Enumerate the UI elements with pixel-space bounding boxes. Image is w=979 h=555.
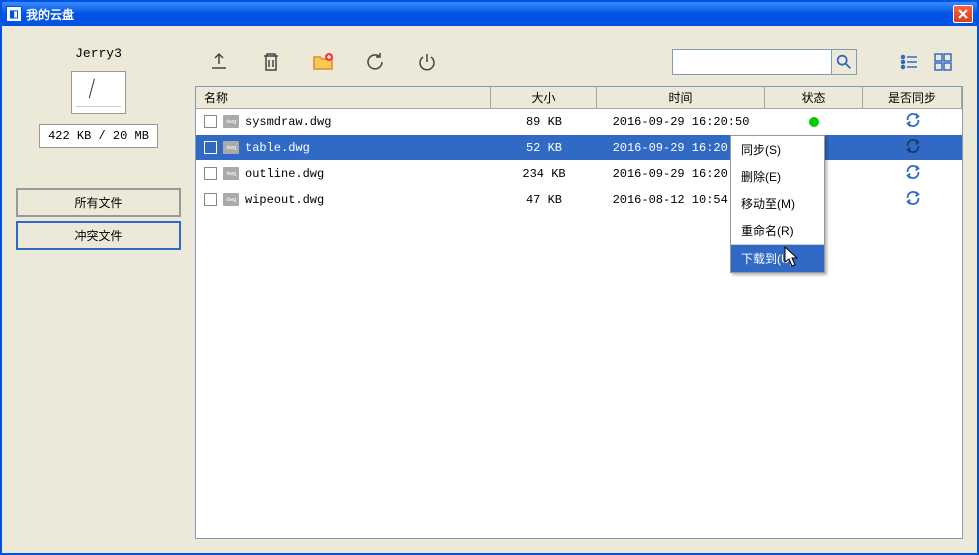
file-size: 47 KB bbox=[491, 193, 597, 207]
search-button[interactable] bbox=[831, 49, 857, 75]
new-folder-button[interactable] bbox=[307, 46, 339, 78]
list-view-button[interactable] bbox=[897, 50, 921, 74]
col-time[interactable]: 时间 bbox=[597, 87, 765, 108]
delete-button[interactable] bbox=[255, 46, 287, 78]
refresh-icon bbox=[363, 50, 387, 74]
sync-icon[interactable] bbox=[904, 137, 922, 158]
sidebar: Jerry3 422 KB / 20 MB 所有文件 冲突文件 bbox=[16, 46, 181, 539]
list-icon bbox=[899, 52, 919, 72]
thumbnail bbox=[71, 71, 126, 114]
quota-label: 422 KB / 20 MB bbox=[39, 124, 158, 148]
status-dot bbox=[809, 117, 819, 127]
upload-button[interactable] bbox=[203, 46, 235, 78]
table-row[interactable]: wipeout.dwg 47 KB 2016-08-12 10:54:09 bbox=[196, 187, 962, 213]
file-icon bbox=[223, 193, 239, 206]
ctx-move-to[interactable]: 移动至(M) bbox=[731, 190, 824, 217]
file-name: sysmdraw.dwg bbox=[245, 115, 331, 129]
col-sync[interactable]: 是否同步 bbox=[863, 87, 962, 108]
grid-view-button[interactable] bbox=[931, 50, 955, 74]
file-header: 名称 大小 时间 状态 是否同步 bbox=[196, 87, 962, 109]
col-status[interactable]: 状态 bbox=[765, 87, 863, 108]
ctx-sync[interactable]: 同步(S) bbox=[731, 136, 824, 163]
file-size: 89 KB bbox=[491, 115, 597, 129]
sync-icon[interactable] bbox=[904, 163, 922, 184]
titlebar: ◧ 我的云盘 bbox=[2, 2, 977, 26]
file-icon bbox=[223, 115, 239, 128]
search-icon bbox=[835, 53, 853, 71]
context-menu: 同步(S) 删除(E) 移动至(M) 重命名(R) 下载到(U) bbox=[730, 135, 825, 273]
file-panel: 名称 大小 时间 状态 是否同步 sysmdraw.dwg 89 KB 2016… bbox=[195, 86, 963, 539]
file-name: outline.dwg bbox=[245, 167, 324, 181]
ctx-download[interactable]: 下载到(U) bbox=[731, 244, 824, 272]
folder-plus-icon bbox=[311, 50, 335, 74]
power-icon bbox=[415, 50, 439, 74]
table-row[interactable]: table.dwg 52 KB 2016-09-29 16:20:44 bbox=[196, 135, 962, 161]
file-icon bbox=[223, 167, 239, 180]
close-button[interactable] bbox=[953, 5, 973, 23]
conflict-files-button[interactable]: 冲突文件 bbox=[16, 221, 181, 250]
sidebar-buttons: 所有文件 冲突文件 bbox=[16, 188, 181, 250]
row-checkbox[interactable] bbox=[204, 193, 217, 206]
file-size: 52 KB bbox=[491, 141, 597, 155]
sync-icon[interactable] bbox=[904, 189, 922, 210]
all-files-button[interactable]: 所有文件 bbox=[16, 188, 181, 217]
ctx-delete[interactable]: 删除(E) bbox=[731, 163, 824, 190]
app-icon: ◧ bbox=[6, 6, 22, 22]
row-checkbox[interactable] bbox=[204, 141, 217, 154]
upload-icon bbox=[207, 50, 231, 74]
trash-icon bbox=[259, 50, 283, 74]
file-size: 234 KB bbox=[491, 167, 597, 181]
app-window: ◧ 我的云盘 Jerry3 422 KB / 20 MB 所有文件 冲突文件 bbox=[0, 0, 979, 555]
search-box bbox=[672, 49, 857, 75]
file-icon bbox=[223, 141, 239, 154]
row-checkbox[interactable] bbox=[204, 167, 217, 180]
power-button[interactable] bbox=[411, 46, 443, 78]
row-checkbox[interactable] bbox=[204, 115, 217, 128]
username-label: Jerry3 bbox=[75, 46, 122, 61]
search-input[interactable] bbox=[672, 49, 832, 75]
view-toggle bbox=[897, 50, 955, 74]
main-area: 名称 大小 时间 状态 是否同步 sysmdraw.dwg 89 KB 2016… bbox=[195, 46, 963, 539]
window-title: 我的云盘 bbox=[26, 6, 953, 23]
ctx-rename[interactable]: 重命名(R) bbox=[731, 217, 824, 244]
table-row[interactable]: outline.dwg 234 KB 2016-09-29 16:20:38 bbox=[196, 161, 962, 187]
table-row[interactable]: sysmdraw.dwg 89 KB 2016-09-29 16:20:50 bbox=[196, 109, 962, 135]
file-name: table.dwg bbox=[245, 141, 310, 155]
sync-icon[interactable] bbox=[904, 111, 922, 132]
col-size[interactable]: 大小 bbox=[491, 87, 597, 108]
col-name[interactable]: 名称 bbox=[196, 87, 491, 108]
file-name: wipeout.dwg bbox=[245, 193, 324, 207]
grid-icon bbox=[933, 52, 953, 72]
refresh-button[interactable] bbox=[359, 46, 391, 78]
file-time: 2016-09-29 16:20:50 bbox=[597, 115, 765, 129]
close-icon bbox=[957, 8, 969, 20]
content: Jerry3 422 KB / 20 MB 所有文件 冲突文件 bbox=[2, 26, 977, 553]
toolbar bbox=[195, 46, 963, 78]
